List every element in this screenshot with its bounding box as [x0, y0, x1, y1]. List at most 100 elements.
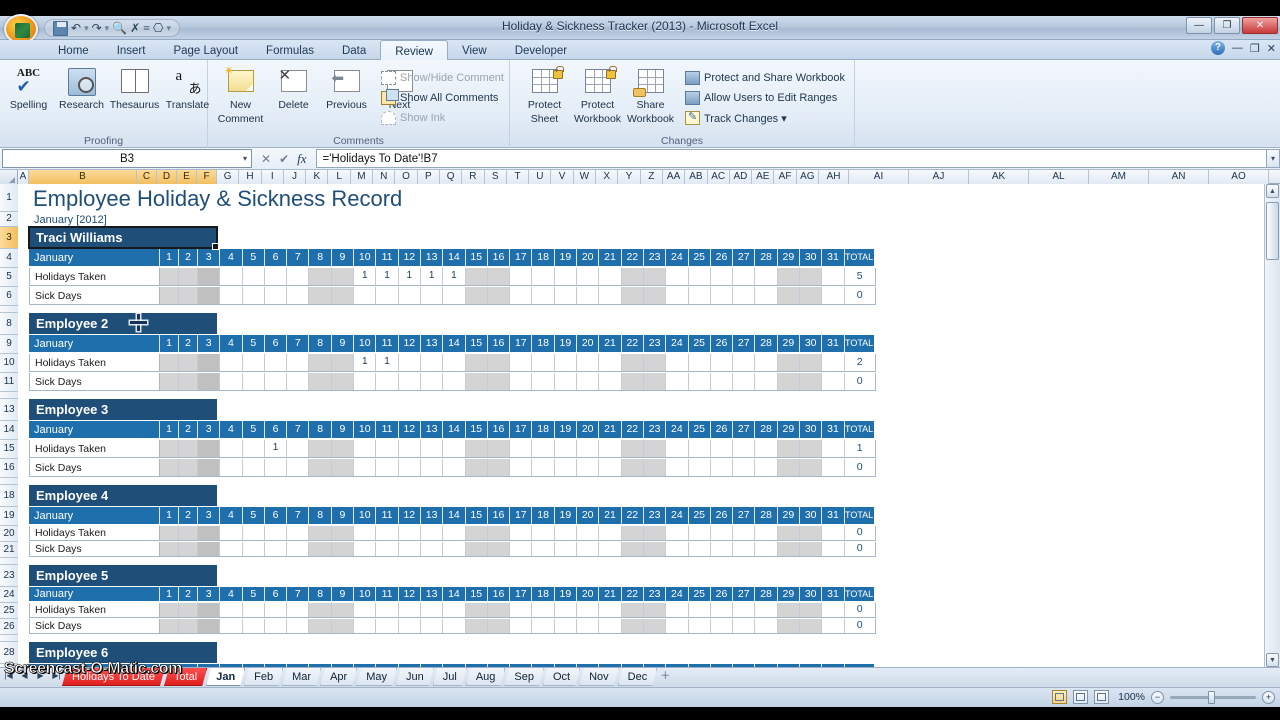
help-icon[interactable]: ?	[1210, 41, 1225, 55]
day-cell[interactable]	[577, 287, 600, 304]
row-header-19[interactable]: 19	[0, 507, 18, 526]
day-cell[interactable]	[510, 354, 533, 371]
column-header-ak[interactable]: AK	[969, 170, 1030, 184]
column-header-r[interactable]: R	[462, 170, 485, 184]
day-cell[interactable]	[420, 603, 444, 617]
sheet-tab-mar[interactable]: Mar	[282, 668, 321, 686]
day-cell[interactable]	[822, 619, 845, 633]
close-workbook-icon[interactable]: ✕	[1267, 42, 1276, 55]
day-cell[interactable]	[599, 268, 622, 285]
delete-comment-button[interactable]: ✕ Delete	[267, 64, 320, 112]
row-header-24[interactable]: 24	[0, 587, 18, 603]
day-cell[interactable]	[710, 619, 734, 633]
day-cell[interactable]	[532, 619, 555, 633]
protect-workbook-button[interactable]: Protect Workbook	[571, 64, 624, 125]
day-cell[interactable]	[643, 619, 667, 633]
column-header-s[interactable]: S	[484, 170, 507, 184]
day-cell[interactable]	[242, 619, 265, 633]
enter-formula-icon[interactable]: ✔	[279, 152, 289, 166]
row-header-14[interactable]: 14	[0, 421, 18, 440]
day-cell[interactable]	[287, 619, 310, 633]
day-cell[interactable]	[179, 603, 198, 617]
row-header-5[interactable]: 5	[0, 268, 18, 287]
day-cell[interactable]	[666, 373, 689, 390]
column-header-v[interactable]: V	[551, 170, 574, 184]
day-cell[interactable]	[666, 603, 689, 617]
day-cell[interactable]	[443, 373, 466, 390]
column-header-ag[interactable]: AG	[796, 170, 820, 184]
day-cell[interactable]	[331, 440, 355, 457]
day-cell[interactable]	[264, 459, 288, 476]
day-cell[interactable]	[160, 619, 179, 633]
normal-view-icon[interactable]	[1052, 690, 1067, 704]
day-cell[interactable]	[242, 526, 265, 540]
day-cell[interactable]	[465, 373, 488, 390]
column-header-am[interactable]: AM	[1089, 170, 1150, 184]
day-cell[interactable]	[532, 268, 555, 285]
day-cell[interactable]	[733, 268, 756, 285]
day-cell[interactable]	[710, 542, 734, 556]
day-cell[interactable]	[800, 440, 823, 457]
day-cell[interactable]	[376, 287, 399, 304]
day-cell[interactable]	[577, 459, 600, 476]
day-cell[interactable]: 1	[354, 268, 377, 285]
day-cell[interactable]	[398, 542, 421, 556]
scroll-up-icon[interactable]: ▲	[1266, 184, 1279, 198]
day-cell[interactable]	[822, 459, 845, 476]
day-cell[interactable]	[487, 619, 511, 633]
day-cell[interactable]	[331, 603, 355, 617]
day-cell[interactable]	[376, 459, 399, 476]
day-cell[interactable]	[354, 373, 377, 390]
day-cell[interactable]	[577, 603, 600, 617]
day-cell[interactable]	[777, 373, 801, 390]
day-cell[interactable]	[354, 440, 377, 457]
day-cell[interactable]	[331, 268, 355, 285]
column-header-d[interactable]: D	[157, 170, 177, 184]
day-cell[interactable]	[621, 603, 644, 617]
tab-formulas[interactable]: Formulas	[252, 40, 328, 60]
day-cell[interactable]	[198, 542, 221, 556]
day-cell[interactable]	[264, 373, 288, 390]
day-cell[interactable]	[242, 373, 265, 390]
name-box[interactable]: B3 ▾	[2, 149, 252, 168]
column-header-x[interactable]: X	[596, 170, 619, 184]
day-cell[interactable]	[800, 603, 823, 617]
day-cell[interactable]	[621, 619, 644, 633]
day-cell[interactable]	[465, 459, 488, 476]
day-cell[interactable]	[309, 542, 332, 556]
day-cell[interactable]	[220, 287, 243, 304]
day-cell[interactable]	[599, 542, 622, 556]
day-cell[interactable]	[220, 268, 243, 285]
row-header-16[interactable]: 16	[0, 459, 18, 478]
research-button[interactable]: Research	[55, 64, 108, 112]
day-cell[interactable]	[179, 526, 198, 540]
spelling-button[interactable]: Spelling	[2, 64, 55, 112]
day-cell[interactable]	[420, 459, 444, 476]
day-cell[interactable]: 1	[376, 268, 399, 285]
restore-button[interactable]: ❐	[1214, 17, 1240, 34]
day-cell[interactable]	[465, 619, 488, 633]
day-cell[interactable]	[643, 287, 667, 304]
day-cell[interactable]	[160, 373, 179, 390]
tab-review[interactable]: Review	[380, 40, 448, 60]
day-cell[interactable]	[160, 459, 179, 476]
column-header-n[interactable]: N	[373, 170, 396, 184]
day-cell[interactable]	[688, 619, 711, 633]
day-cell[interactable]	[599, 354, 622, 371]
day-cell[interactable]	[264, 268, 288, 285]
day-cell[interactable]	[309, 526, 332, 540]
day-cell[interactable]	[264, 542, 288, 556]
day-cell[interactable]	[376, 619, 399, 633]
day-cell[interactable]	[487, 526, 511, 540]
day-cell[interactable]	[443, 440, 466, 457]
day-cell[interactable]	[398, 373, 421, 390]
sheet-tab-dec[interactable]: Dec	[618, 668, 658, 686]
day-cell[interactable]	[309, 268, 332, 285]
day-cell[interactable]	[160, 526, 179, 540]
day-cell[interactable]	[733, 440, 756, 457]
day-cell[interactable]	[354, 542, 377, 556]
day-cell[interactable]	[354, 603, 377, 617]
day-cell[interactable]	[487, 373, 511, 390]
day-cell[interactable]	[688, 459, 711, 476]
sheet-tab-jan[interactable]: Jan	[206, 668, 245, 686]
